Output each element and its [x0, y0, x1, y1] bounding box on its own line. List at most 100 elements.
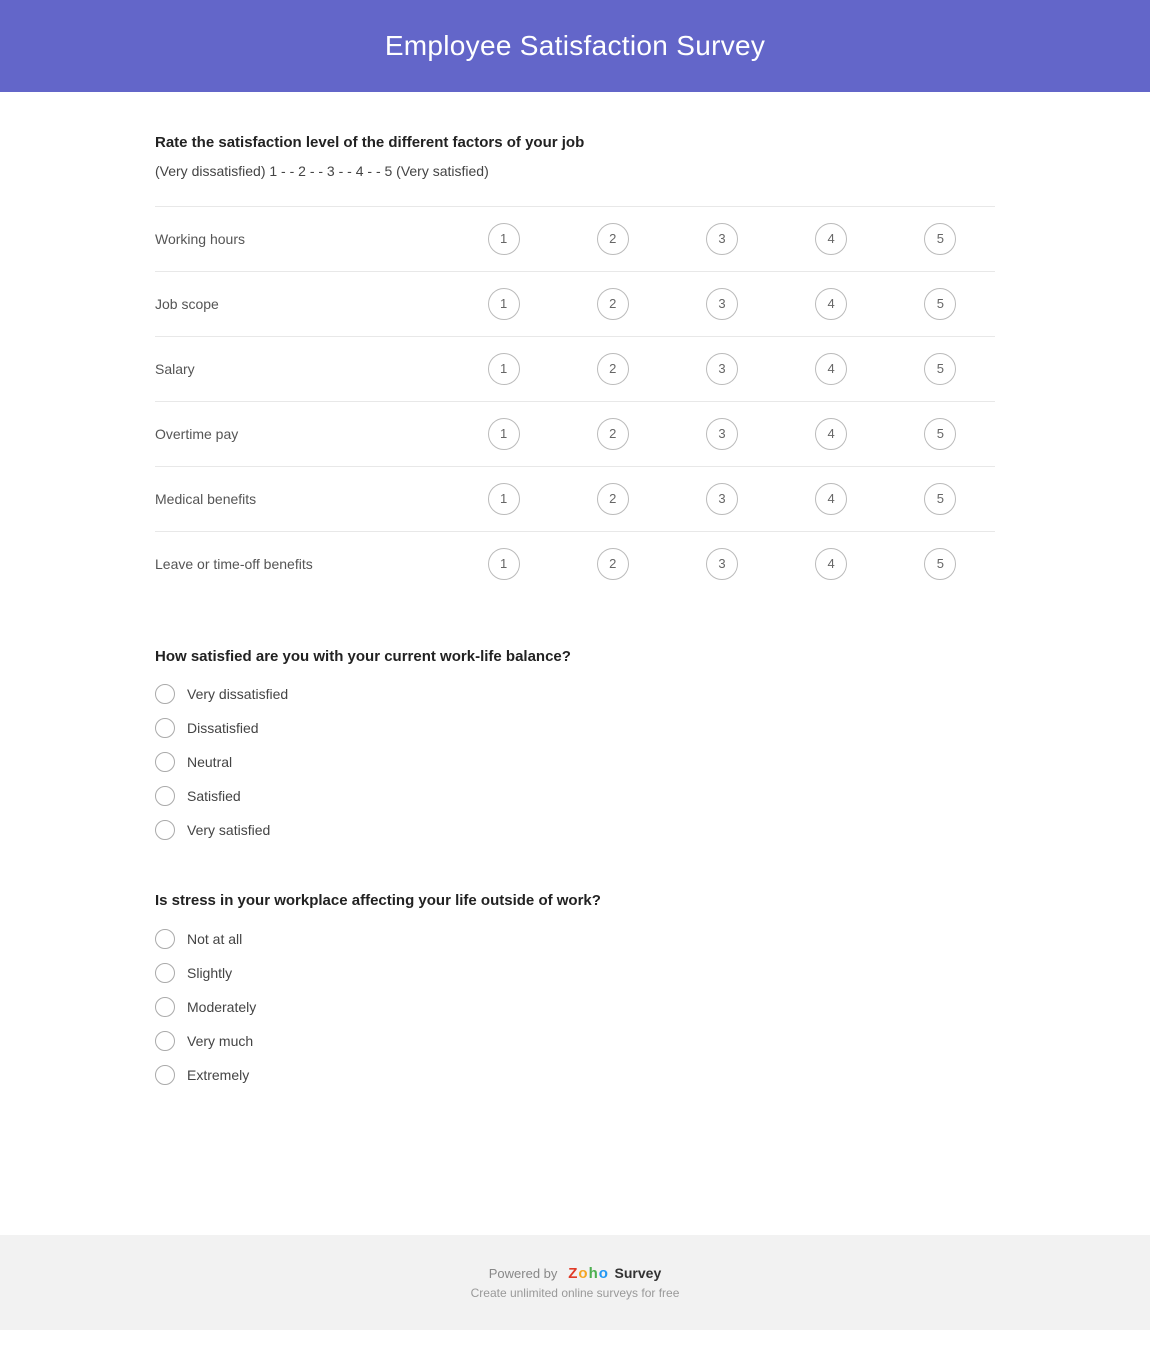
radio-cell[interactable]: 5: [886, 401, 995, 466]
radio-cell[interactable]: 5: [886, 466, 995, 531]
radio-label: Slightly: [187, 965, 232, 981]
radio-option[interactable]: Moderately: [155, 997, 995, 1017]
radio-option[interactable]: Very much: [155, 1031, 995, 1051]
radio-cell[interactable]: 2: [558, 336, 667, 401]
radio-dot: [155, 997, 175, 1017]
radio-cell[interactable]: 4: [777, 466, 886, 531]
radio-option[interactable]: Very satisfied: [155, 820, 995, 840]
table-row: Leave or time-off benefits12345: [155, 531, 995, 596]
radio-cell[interactable]: 3: [667, 271, 776, 336]
radio-dot: [155, 1065, 175, 1085]
page-header: Employee Satisfaction Survey: [0, 0, 1150, 92]
section1-question: Rate the satisfaction level of the diffe…: [155, 132, 995, 155]
rating-circle-4-5[interactable]: 5: [924, 483, 956, 515]
rating-circle-3-5[interactable]: 5: [924, 418, 956, 450]
radio-label: Extremely: [187, 1067, 249, 1083]
radio-cell[interactable]: 3: [667, 336, 776, 401]
rating-circle-2-1[interactable]: 1: [488, 353, 520, 385]
radio-cell[interactable]: 3: [667, 401, 776, 466]
rating-circle-1-5[interactable]: 5: [924, 288, 956, 320]
rating-table: Working hours12345Job scope12345Salary12…: [155, 206, 995, 596]
radio-cell[interactable]: 2: [558, 466, 667, 531]
radio-label: Moderately: [187, 999, 256, 1015]
radio-option[interactable]: Satisfied: [155, 786, 995, 806]
rating-circle-0-3[interactable]: 3: [706, 223, 738, 255]
section3-question: Is stress in your workplace affecting yo…: [155, 890, 995, 913]
radio-cell[interactable]: 1: [449, 531, 558, 596]
rating-circle-1-2[interactable]: 2: [597, 288, 629, 320]
radio-dot: [155, 786, 175, 806]
radio-cell[interactable]: 2: [558, 271, 667, 336]
radio-dot: [155, 684, 175, 704]
rating-circle-3-2[interactable]: 2: [597, 418, 629, 450]
rating-circle-0-1[interactable]: 1: [488, 223, 520, 255]
row-label: Medical benefits: [155, 466, 449, 531]
rating-circle-3-3[interactable]: 3: [706, 418, 738, 450]
radio-dot: [155, 1031, 175, 1051]
radio-cell[interactable]: 5: [886, 531, 995, 596]
section1-scale-hint: (Very dissatisfied) 1 - - 2 - - 3 - - 4 …: [155, 161, 995, 182]
rating-circle-0-2[interactable]: 2: [597, 223, 629, 255]
radio-cell[interactable]: 2: [558, 206, 667, 271]
radio-cell[interactable]: 4: [777, 336, 886, 401]
radio-cell[interactable]: 2: [558, 531, 667, 596]
radio-cell[interactable]: 1: [449, 466, 558, 531]
table-row: Job scope12345: [155, 271, 995, 336]
rating-circle-4-3[interactable]: 3: [706, 483, 738, 515]
table-row: Medical benefits 1 2 3 4 5: [155, 466, 995, 531]
rating-circle-3-1[interactable]: 1: [488, 418, 520, 450]
section-stress: Is stress in your workplace affecting yo…: [155, 890, 995, 1085]
radio-cell[interactable]: 3: [667, 206, 776, 271]
radio-option[interactable]: Not at all: [155, 929, 995, 949]
radio-label: Very much: [187, 1033, 253, 1049]
rating-circle-1-1[interactable]: 1: [488, 288, 520, 320]
rating-circle-0-5[interactable]: 5: [924, 223, 956, 255]
zoho-logo: Zoho: [568, 1265, 608, 1282]
radio-cell[interactable]: 3: [667, 531, 776, 596]
rating-circle-4-1[interactable]: 1: [488, 483, 520, 515]
rating-circle-2-2[interactable]: 2: [597, 353, 629, 385]
rating-circle-5-2[interactable]: 2: [597, 548, 629, 580]
radio-cell[interactable]: 4: [777, 401, 886, 466]
section-worklife: How satisfied are you with your current …: [155, 646, 995, 841]
radio-option[interactable]: Extremely: [155, 1065, 995, 1085]
radio-option[interactable]: Neutral: [155, 752, 995, 772]
rating-circle-5-3[interactable]: 3: [706, 548, 738, 580]
radio-cell[interactable]: 1: [449, 336, 558, 401]
rating-circle-0-4[interactable]: 4: [815, 223, 847, 255]
radio-cell[interactable]: 3: [667, 466, 776, 531]
radio-cell[interactable]: 1: [449, 206, 558, 271]
radio-label: Satisfied: [187, 788, 241, 804]
radio-cell[interactable]: 4: [777, 531, 886, 596]
radio-dot: [155, 820, 175, 840]
rating-circle-5-5[interactable]: 5: [924, 548, 956, 580]
rating-circle-1-3[interactable]: 3: [706, 288, 738, 320]
zoho-h: h: [589, 1265, 598, 1282]
radio-cell[interactable]: 4: [777, 271, 886, 336]
rating-circle-1-4[interactable]: 4: [815, 288, 847, 320]
radio-cell[interactable]: 5: [886, 336, 995, 401]
rating-circle-4-2[interactable]: 2: [597, 483, 629, 515]
zoho-z: Z: [568, 1265, 577, 1282]
radio-option[interactable]: Slightly: [155, 963, 995, 983]
rating-circle-5-4[interactable]: 4: [815, 548, 847, 580]
rating-circle-2-5[interactable]: 5: [924, 353, 956, 385]
radio-option[interactable]: Dissatisfied: [155, 718, 995, 738]
radio-option[interactable]: Very dissatisfied: [155, 684, 995, 704]
rating-circle-5-1[interactable]: 1: [488, 548, 520, 580]
radio-dot: [155, 752, 175, 772]
radio-cell[interactable]: 4: [777, 206, 886, 271]
section-rating: Rate the satisfaction level of the diffe…: [155, 132, 995, 596]
radio-cell[interactable]: 1: [449, 271, 558, 336]
rating-circle-4-4[interactable]: 4: [815, 483, 847, 515]
rating-circle-2-3[interactable]: 3: [706, 353, 738, 385]
zoho-o: o: [578, 1265, 587, 1282]
zoho-o2: o: [599, 1265, 608, 1282]
table-row: Salary12345: [155, 336, 995, 401]
radio-cell[interactable]: 5: [886, 206, 995, 271]
radio-cell[interactable]: 1: [449, 401, 558, 466]
radio-cell[interactable]: 5: [886, 271, 995, 336]
radio-cell[interactable]: 2: [558, 401, 667, 466]
rating-circle-3-4[interactable]: 4: [815, 418, 847, 450]
rating-circle-2-4[interactable]: 4: [815, 353, 847, 385]
